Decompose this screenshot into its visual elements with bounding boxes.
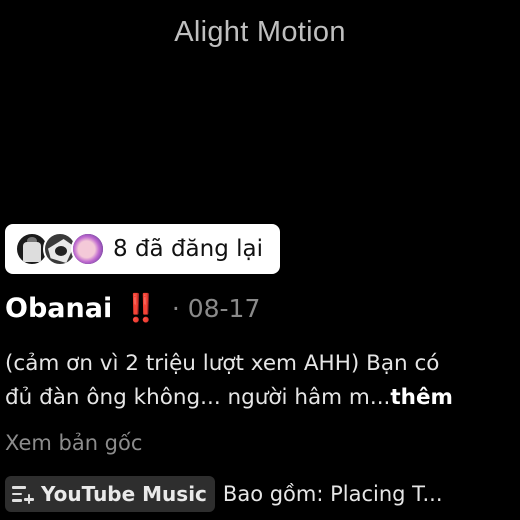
caption-line-text: đủ đàn ông không... người hâm m... — [5, 385, 391, 410]
youtube-music-chip[interactable]: YouTube Music — [5, 476, 215, 512]
caption-line: (cảm ơn vì 2 triệu lượt xem AHH) Bạn có — [5, 351, 440, 376]
youtube-music-label: YouTube Music — [41, 482, 207, 506]
avatar — [71, 232, 105, 266]
see-more-link[interactable]: thêm — [390, 385, 453, 410]
repost-pill[interactable]: 8 đã đăng lại — [5, 224, 280, 274]
alight-motion-watermark: Alight Motion — [174, 16, 346, 48]
double-exclamation-emoji: ‼️ — [124, 293, 158, 324]
post-header: Obanai ‼️ · 08-17 — [5, 292, 260, 324]
post-date: · 08-17 — [171, 294, 261, 323]
playlist-add-icon — [11, 483, 35, 505]
post-caption: (cảm ơn vì 2 triệu lượt xem AHH) Bạn có … — [5, 347, 515, 415]
see-original-link[interactable]: Xem bản gốc — [5, 431, 142, 455]
music-row: YouTube Music Bao gồm: Placing T... — [5, 476, 443, 512]
author-name[interactable]: Obanai — [5, 293, 112, 324]
music-includes-text[interactable]: Bao gồm: Placing T... — [223, 482, 443, 506]
caption-line: đủ đàn ông không... người hâm m...thêm — [5, 381, 515, 415]
reposter-avatars — [15, 230, 107, 268]
repost-count-label: 8 đã đăng lại — [113, 236, 264, 262]
